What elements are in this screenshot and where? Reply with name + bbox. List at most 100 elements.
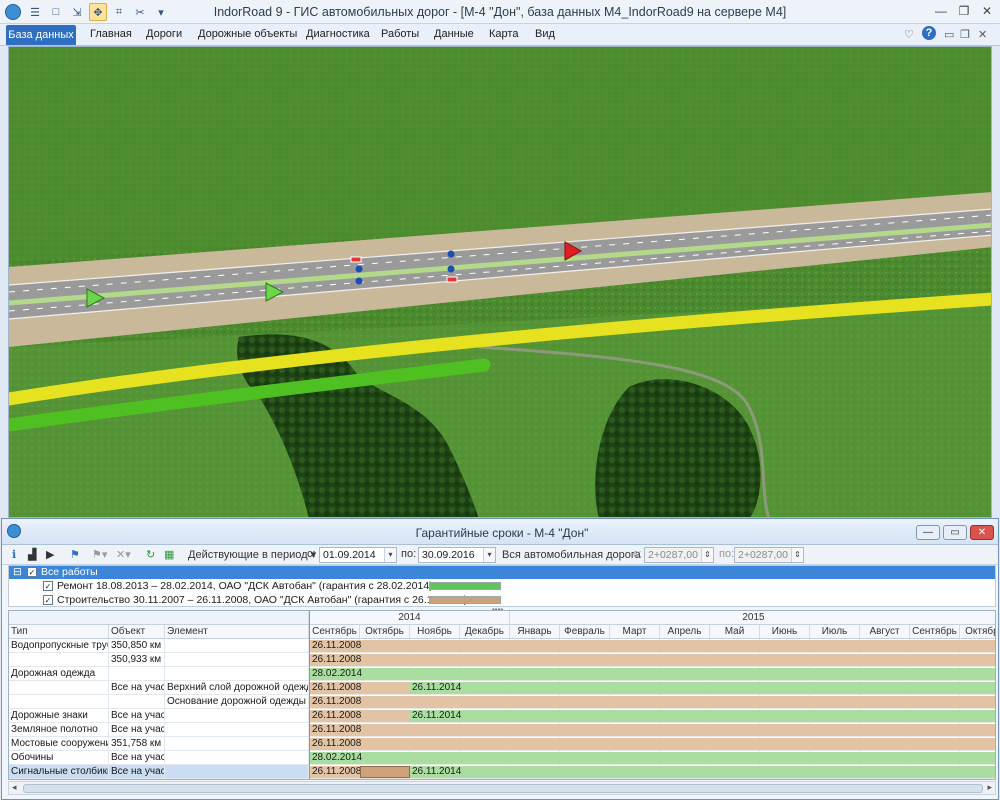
menu-view[interactable]: Вид: [535, 28, 555, 40]
km-from-field[interactable]: 2+0287,00 ⇕: [644, 547, 714, 563]
window-icon[interactable]: □: [47, 3, 65, 21]
column-header-element[interactable]: Элемент: [165, 625, 309, 639]
menu-map[interactable]: Карта: [489, 28, 518, 40]
app-logo-icon[interactable]: [5, 4, 21, 20]
map-view[interactable]: [8, 46, 992, 518]
layers-icon[interactable]: ☰: [26, 3, 44, 21]
menu-diagnostics[interactable]: Диагностика: [306, 28, 370, 40]
minimize-button[interactable]: —: [930, 2, 952, 20]
timeline-row[interactable]: 26.11.2008: [310, 723, 995, 737]
period-dropdown[interactable]: Действующие в период ▾: [188, 548, 316, 561]
timeline-row[interactable]: 26.11.2008 26.11.2014: [310, 681, 995, 695]
table-row[interactable]: 350,933 км ...: [9, 653, 309, 667]
spinner-icon[interactable]: ⇕: [791, 548, 803, 562]
timeline-row[interactable]: 26.11.2008: [310, 653, 995, 667]
date-from-field[interactable]: 01.09.2014 ▾: [319, 547, 397, 563]
table-row[interactable]: Мостовые сооружения351,758 км ...: [9, 737, 309, 751]
scroll-right-icon[interactable]: ▸: [987, 782, 992, 793]
refresh-icon[interactable]: ↻: [146, 548, 155, 561]
warranty-bar[interactable]: 26.11.2008: [310, 766, 361, 778]
tree-root-row[interactable]: ⊟ ✓ Все работы: [9, 566, 995, 579]
menu-database[interactable]: База данных: [6, 25, 76, 45]
table-row[interactable]: Все на учас...Верхний слой дорожной одеж…: [9, 681, 309, 695]
road-scope-dropdown[interactable]: Вся автомобильная дорога ▾: [502, 548, 649, 561]
warranty-bar[interactable]: 26.11.2008: [310, 640, 995, 652]
maximize-button[interactable]: ❐: [953, 2, 975, 20]
close-child-icon[interactable]: ✕: [978, 28, 987, 41]
date-to-field[interactable]: 30.09.2016 ▾: [418, 547, 496, 563]
timeline-row[interactable]: 26.11.2008 26.11.2014: [310, 709, 995, 723]
menu-data[interactable]: Данные: [434, 28, 474, 40]
collapse-icon[interactable]: ⊟: [13, 566, 22, 579]
warranty-bar[interactable]: 28.02.2014: [310, 668, 995, 680]
table-row[interactable]: Земляное полотноВсе на учас...: [9, 723, 309, 737]
table-row[interactable]: Дорожные знакиВсе на учас...: [9, 709, 309, 723]
warranty-bar[interactable]: 26.11.2014: [410, 710, 995, 722]
spinner-icon[interactable]: ⇕: [701, 548, 713, 562]
export-icon[interactable]: ▶: [46, 548, 54, 561]
select-tool-icon[interactable]: ⇲: [68, 3, 86, 21]
warranty-bar[interactable]: 28.02.2014: [310, 752, 995, 764]
column-header-type[interactable]: Тип: [9, 625, 109, 639]
column-header-object[interactable]: Объект: [109, 625, 165, 639]
customize-dropdown-icon[interactable]: ▾: [152, 3, 170, 21]
warranty-bar[interactable]: 26.11.2008: [310, 710, 410, 722]
tree-item-row[interactable]: ✓ Ремонт 18.08.2013 – 28.02.2014, ОАО "Д…: [9, 580, 995, 593]
excel-icon[interactable]: ▦: [164, 548, 174, 561]
menu-works[interactable]: Работы: [381, 28, 419, 40]
road-sign-icon[interactable]: [447, 265, 455, 273]
table-row[interactable]: Сигнальные столбикиВсе на учас...: [9, 765, 309, 779]
scroll-left-icon[interactable]: ◂: [12, 782, 17, 793]
restore-child-icon[interactable]: ▭: [944, 28, 954, 41]
panel-minimize-button[interactable]: —: [916, 525, 940, 540]
table-row[interactable]: Водопропускные трубы350,850 км ...: [9, 639, 309, 653]
warranty-bar[interactable]: 26.11.2008: [310, 724, 995, 736]
km-to-field[interactable]: 2+0287,00 ⇕: [734, 547, 804, 563]
barrier-sign-icon[interactable]: [446, 276, 458, 283]
table-row[interactable]: Основание дорожной одежды: [9, 695, 309, 709]
warranty-bar[interactable]: 26.11.2008: [310, 738, 995, 750]
timeline-row[interactable]: 26.11.2008: [310, 737, 995, 751]
menu-home[interactable]: Главная: [90, 28, 132, 40]
table-row[interactable]: Дорожная одежда: [9, 667, 309, 681]
warranty-bar[interactable]: 26.11.2008: [310, 696, 995, 708]
warranty-bar[interactable]: [360, 766, 410, 778]
timeline-row[interactable]: 26.11.2008: [310, 695, 995, 709]
warranty-bar[interactable]: 26.11.2008: [310, 654, 995, 666]
close-button[interactable]: ✕: [976, 2, 998, 20]
menu-road-objects[interactable]: Дорожные объекты: [198, 28, 297, 40]
menu-roads[interactable]: Дороги: [146, 28, 182, 40]
add-filter-icon[interactable]: ⚑: [70, 548, 80, 561]
road-sign-icon[interactable]: [447, 250, 455, 258]
tree-root-checkbox[interactable]: ✓: [27, 567, 37, 577]
tree-item-checkbox[interactable]: ✓: [43, 595, 53, 605]
panel-close-button[interactable]: ✕: [970, 525, 994, 540]
warranty-bar[interactable]: 26.11.2014: [410, 682, 995, 694]
warranty-bar[interactable]: 26.11.2008: [310, 682, 410, 694]
barrier-sign-icon[interactable]: [350, 256, 362, 263]
edit-filter-icon[interactable]: ⚑▾: [92, 548, 107, 561]
warranty-bar[interactable]: 26.11.2014: [410, 766, 995, 778]
road-sign-icon[interactable]: [355, 277, 363, 285]
measure-tool-icon[interactable]: ✂: [131, 3, 149, 21]
info-icon[interactable]: ℹ: [12, 548, 16, 561]
help-icon[interactable]: ?: [922, 26, 936, 40]
node-tool-icon[interactable]: ⌗: [110, 3, 128, 21]
timeline-row[interactable]: 26.11.2008: [310, 639, 995, 653]
timeline-row[interactable]: 28.02.2014: [310, 667, 995, 681]
calendar-dropdown-icon[interactable]: ▾: [384, 548, 396, 562]
road-sign-icon[interactable]: [355, 265, 363, 273]
scroll-thumb[interactable]: [23, 784, 983, 793]
timeline-row[interactable]: 28.02.2014: [310, 751, 995, 765]
table-row[interactable]: ОбочиныВсе на учас...: [9, 751, 309, 765]
horizontal-scrollbar[interactable]: ◂ ▸: [8, 781, 996, 795]
tree-item-checkbox[interactable]: ✓: [43, 581, 53, 591]
restore-icon[interactable]: ❐: [960, 28, 970, 41]
panel-maximize-button[interactable]: ▭: [943, 525, 967, 540]
timeline-row[interactable]: 26.11.2008 26.11.2014: [310, 765, 995, 779]
edit-tool-icon[interactable]: ✥: [89, 3, 107, 21]
chart-icon[interactable]: ▟: [28, 548, 36, 561]
remove-filter-icon[interactable]: ✕▾: [116, 548, 131, 561]
calendar-dropdown-icon[interactable]: ▾: [483, 548, 495, 562]
heart-icon[interactable]: ♡: [904, 28, 914, 41]
